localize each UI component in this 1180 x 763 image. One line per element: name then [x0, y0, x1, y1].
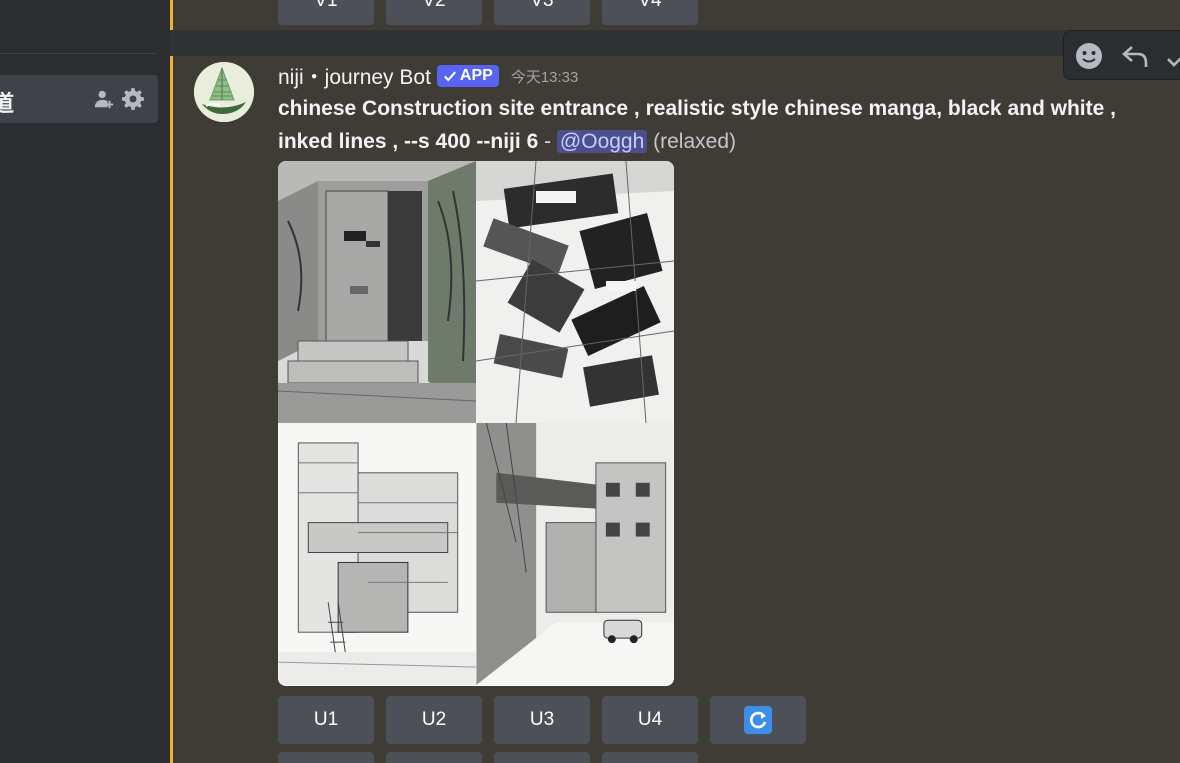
next-row-button-1[interactable]: [278, 752, 374, 763]
prompt-text-line1: chinese Construction site entrance , rea…: [278, 97, 1116, 120]
next-row-button-4[interactable]: [602, 752, 698, 763]
next-row-button-2[interactable]: [386, 752, 482, 763]
message-hover-toolbar: [1063, 30, 1180, 80]
separator: -: [538, 130, 557, 153]
upscale-button-4[interactable]: U4: [602, 696, 698, 744]
generated-image-grid[interactable]: [278, 161, 674, 686]
channel-sidebar: 道: [0, 0, 170, 763]
user-mention[interactable]: @Ooggh: [556, 130, 648, 153]
invite-member-icon[interactable]: [93, 88, 115, 110]
mode-label: (relaxed): [653, 130, 737, 153]
upscale-button-1[interactable]: U1: [278, 696, 374, 744]
reply-icon[interactable]: [1120, 41, 1150, 71]
sidebar-item-label: 道: [0, 92, 15, 117]
upscale-button-3[interactable]: U3: [494, 696, 590, 744]
avatar[interactable]: [194, 62, 254, 122]
message-header: niji・journey Bot APP 今天13:33: [278, 62, 578, 90]
refresh-icon: [744, 706, 772, 734]
message-separator: [170, 30, 1180, 56]
image-quadrant-2: [476, 161, 674, 423]
add-reaction-icon[interactable]: [1074, 41, 1104, 71]
image-quadrant-3: [278, 423, 476, 685]
image-quadrant-1: [278, 161, 476, 423]
next-row-button-3[interactable]: [494, 752, 590, 763]
create-thread-icon[interactable]: [1164, 41, 1180, 71]
previous-message: V1 V2 V3 V4: [173, 0, 1180, 30]
variation-button-1[interactable]: V1: [278, 0, 374, 25]
image-quadrant-4: [476, 423, 674, 685]
sidebar-item-channel[interactable]: 道: [0, 75, 158, 123]
author-name[interactable]: niji・journey Bot: [278, 61, 431, 91]
reroll-button[interactable]: [710, 696, 806, 744]
upscale-button-2[interactable]: U2: [386, 696, 482, 744]
variation-button-3[interactable]: V3: [494, 0, 590, 25]
badge-label: APP: [459, 67, 493, 84]
message-content: chinese Construction site entrance , rea…: [278, 92, 1180, 158]
variation-button-4[interactable]: V4: [602, 0, 698, 25]
gear-icon[interactable]: [121, 87, 145, 111]
prompt-text-line2: inked lines , --s 400 --niji 6: [278, 130, 539, 153]
app-badge: APP: [436, 65, 499, 87]
sidebar-divider: [0, 53, 157, 54]
variation-button-2[interactable]: V2: [386, 0, 482, 25]
verified-check-icon: [443, 71, 456, 82]
boat-logo-icon: [194, 62, 254, 122]
timestamp[interactable]: 今天13:33: [511, 66, 579, 87]
mention-highlight-bar: [170, 0, 173, 763]
